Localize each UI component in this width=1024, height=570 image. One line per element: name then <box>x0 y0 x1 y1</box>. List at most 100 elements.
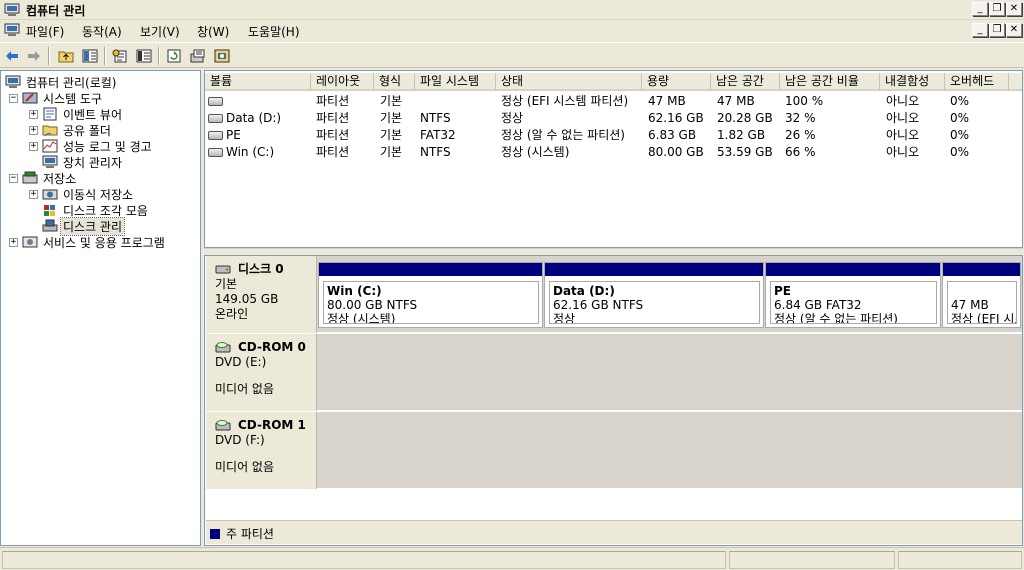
computer-icon <box>5 75 21 88</box>
volume-icon <box>208 114 223 123</box>
pane-splitter[interactable] <box>204 248 1023 254</box>
menu-file[interactable]: 파일(F) <box>26 23 64 40</box>
disk-settings-icon[interactable] <box>212 46 232 66</box>
column-header-overhead[interactable]: 오버헤드 <box>945 73 1009 91</box>
expand-icon[interactable]: + <box>29 125 38 135</box>
defragmenter-icon <box>44 205 55 216</box>
export-icon[interactable] <box>188 46 208 66</box>
tree-item-system-tools[interactable]: − 시스템 도구 <box>9 90 104 106</box>
collapse-icon[interactable]: − <box>9 93 18 103</box>
menu-help[interactable]: 도움말(H) <box>248 23 300 40</box>
computer-management-icon <box>4 3 20 16</box>
tree-item-shared-folders[interactable]: + 공유 폴더 <box>29 122 113 138</box>
event-viewer-icon <box>43 107 57 121</box>
partition-status: 정상 (알 수 없는 파티션) <box>774 312 898 324</box>
disk-info[interactable]: CD-ROM 0 DVD (E:) 미디어 없음 <box>206 334 317 411</box>
cell-text: 정상 (알 수 없는 파티션) <box>501 128 625 142</box>
menu-action[interactable]: 동작(A) <box>82 23 122 40</box>
expand-icon[interactable]: + <box>29 141 38 151</box>
column-header-status[interactable]: 상태 <box>496 73 642 91</box>
cdrom-row[interactable]: CD-ROM 1 DVD (F:) 미디어 없음 <box>206 412 1022 489</box>
minimize-button[interactable]: _ <box>972 2 988 16</box>
up-folder-icon[interactable] <box>56 46 76 66</box>
cell-text: 아니오 <box>886 128 920 142</box>
collapse-icon[interactable]: − <box>9 173 18 183</box>
disk-status: 온라인 <box>215 307 249 321</box>
column-header-free-space[interactable]: 남은 공간 <box>711 73 780 91</box>
cell-text: FAT32 <box>420 128 456 142</box>
status-panel-secondary <box>729 551 895 569</box>
volume-cell[interactable]: Data (D:) <box>208 110 310 126</box>
partition-c[interactable]: Win (C:) 80.00 GB NTFS 정상 (시스템) <box>318 262 543 328</box>
child-close-button[interactable]: ✕ <box>1006 23 1022 37</box>
cell-text: 파티션 <box>316 145 350 159</box>
cell-text: 100 % <box>785 94 824 108</box>
column-header-capacity[interactable]: 용량 <box>642 73 711 91</box>
column-header-fault-tolerance[interactable]: 내결함성 <box>880 73 945 91</box>
column-header-volume[interactable]: 볼륨 <box>205 73 311 91</box>
forward-icon[interactable] <box>24 46 44 66</box>
toolbar-separator <box>158 47 160 65</box>
tree-item-disk-management[interactable]: 디스크 관리 <box>42 216 126 236</box>
child-minimize-button[interactable]: _ <box>972 23 988 37</box>
menu-view[interactable]: 보기(V) <box>140 23 180 40</box>
tree-item-defragmenter[interactable]: 디스크 조각 모음 <box>42 202 150 218</box>
status-bar <box>0 547 1024 570</box>
partition-size: 6.84 GB FAT32 <box>774 298 862 312</box>
disk-row[interactable]: 디스크 0 기본 149.05 GB 온라인 Win (C:) 80.00 GB… <box>206 256 1022 333</box>
mdi-window-icon[interactable] <box>4 23 20 37</box>
partition-status: 정상 (시스템) <box>327 312 396 324</box>
help-icon[interactable] <box>134 46 154 66</box>
status-panel-tertiary <box>898 551 1022 569</box>
cell-text: 0% <box>950 94 970 108</box>
disk-management-icon <box>42 219 58 232</box>
volume-cell[interactable]: PE <box>208 127 310 143</box>
volume-cell[interactable] <box>208 93 310 109</box>
cell-text: 47 MB <box>717 94 755 108</box>
expand-icon[interactable]: + <box>9 237 18 247</box>
table-cell: 0% <box>950 144 1010 160</box>
tree-item-removable-storage[interactable]: + 이동식 저장소 <box>29 186 135 202</box>
cell-text: 0% <box>950 145 970 159</box>
table-cell: 정상 (EFI 시스템 파티션) <box>501 93 644 109</box>
disk-info[interactable]: 디스크 0 기본 149.05 GB 온라인 <box>206 256 317 333</box>
expand-icon[interactable]: + <box>29 109 38 119</box>
column-header-percent-free[interactable]: 남은 공간 비율 <box>780 73 880 91</box>
tree-item-performance-logs[interactable]: + 성능 로그 및 경고 <box>29 138 154 154</box>
volume-cell[interactable]: Win (C:) <box>208 144 310 160</box>
show-hide-tree-icon[interactable] <box>80 46 100 66</box>
tree-item-root[interactable]: 컴퓨터 관리(로컬) <box>5 74 118 90</box>
tree-item-event-viewer[interactable]: + 이벤트 뷰어 <box>29 106 124 122</box>
device-manager-icon <box>42 155 58 168</box>
cdrom-row[interactable]: CD-ROM 0 DVD (E:) 미디어 없음 <box>206 334 1022 411</box>
partition-efi[interactable]: 47 MB 정상 (EFI 시스템 파티션) <box>942 262 1021 328</box>
restore-button[interactable]: ❐ <box>989 2 1005 16</box>
tree-item-storage[interactable]: − 저장소 <box>9 170 78 186</box>
back-icon[interactable] <box>2 46 22 66</box>
cell-text: 기본 <box>380 145 403 159</box>
disk-info[interactable]: CD-ROM 1 DVD (F:) 미디어 없음 <box>206 412 317 489</box>
column-header-type[interactable]: 형식 <box>374 73 415 91</box>
close-button[interactable]: ✕ <box>1006 2 1022 16</box>
disk-type: 기본 <box>215 277 238 291</box>
partition-d[interactable]: Data (D:) 62.16 GB NTFS 정상 <box>544 262 764 328</box>
menu-window[interactable]: 창(W) <box>197 23 229 40</box>
cell-text: 정상 (시스템) <box>501 145 570 159</box>
partition-name: PE <box>774 284 791 298</box>
legend-primary-partition: 주 파티션 <box>226 527 274 541</box>
column-header-layout[interactable]: 레이아웃 <box>311 73 374 91</box>
tree-item-device-manager[interactable]: 장치 관리자 <box>42 154 124 170</box>
column-header-file-system[interactable]: 파일 시스템 <box>415 73 496 91</box>
tree-item-services-applications[interactable]: + 서비스 및 응용 프로그램 <box>9 234 167 250</box>
performance-logs-icon <box>42 139 58 153</box>
primary-partition-swatch <box>210 529 220 539</box>
properties-icon[interactable] <box>110 46 130 66</box>
storage-icon <box>22 171 38 184</box>
cell-text: 62.16 GB <box>648 111 704 125</box>
partition-size: 62.16 GB NTFS <box>553 298 644 312</box>
partition-pe[interactable]: PE 6.84 GB FAT32 정상 (알 수 없는 파티션) <box>765 262 941 328</box>
expand-icon[interactable]: + <box>29 189 38 199</box>
child-restore-button[interactable]: ❐ <box>989 23 1005 37</box>
disk-graphical-view: 디스크 0 기본 149.05 GB 온라인 Win (C:) 80.00 GB… <box>204 255 1023 546</box>
refresh-icon[interactable] <box>164 46 184 66</box>
